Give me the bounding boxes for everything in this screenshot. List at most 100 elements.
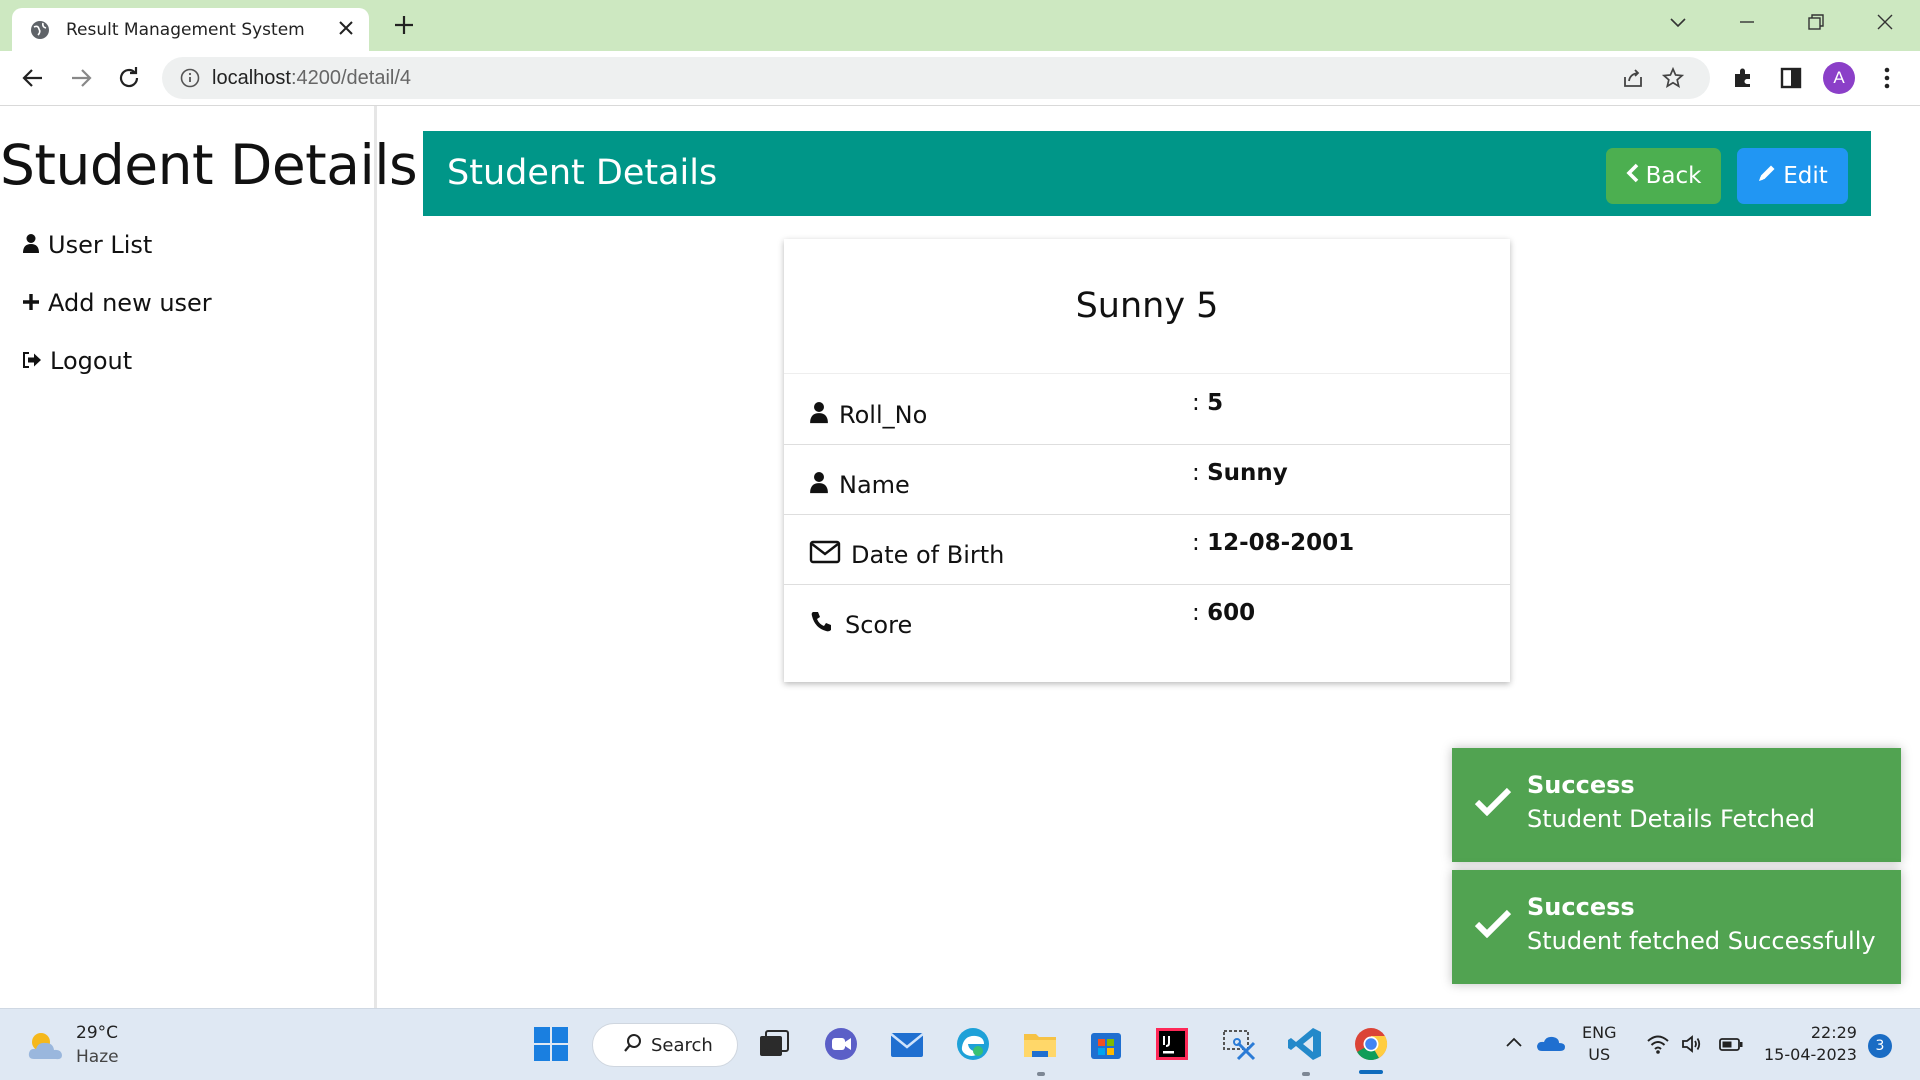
edit-button[interactable]: Edit <box>1737 148 1848 204</box>
back-arrow-icon[interactable] <box>20 65 46 95</box>
envelope-icon <box>809 540 841 570</box>
edge-browser-icon[interactable] <box>954 1025 992 1063</box>
teams-chat-icon[interactable] <box>822 1025 860 1063</box>
wifi-icon[interactable] <box>1646 1033 1684 1071</box>
weather-condition[interactable]: Haze <box>76 1047 119 1067</box>
page-header: Student Details Back Edit <box>423 131 1871 216</box>
battery-icon[interactable] <box>1718 1033 1756 1071</box>
globe-icon <box>30 20 50 44</box>
address-bar[interactable]: localhost:4200/detail/4 <box>162 57 1710 99</box>
windows-taskbar: 29°C Haze Search ENG US 22:29 15-04-2023… <box>0 1008 1920 1080</box>
side-panel-icon[interactable] <box>1778 65 1804 95</box>
clock-date: 15-04-2023 <box>1764 1045 1857 1064</box>
new-tab-icon[interactable] <box>392 13 416 41</box>
task-view-icon[interactable] <box>755 1025 793 1063</box>
snipping-tool-icon[interactable] <box>1220 1025 1258 1063</box>
search-icon <box>623 1033 643 1058</box>
weather-cloud-sun-icon[interactable] <box>26 1029 64 1067</box>
toast-title: Success <box>1527 771 1635 799</box>
toast-title: Success <box>1527 893 1635 921</box>
detail-row-roll-no: Roll_No : 5 <box>784 374 1510 445</box>
browser-tab[interactable]: Result Management System <box>12 8 369 51</box>
windows-start-icon[interactable] <box>532 1025 570 1063</box>
detail-value: 12-08-2001 <box>1207 530 1355 556</box>
minimize-icon[interactable] <box>1735 10 1759 38</box>
detail-label: Date of Birth <box>851 541 1005 569</box>
close-window-icon[interactable] <box>1873 10 1897 38</box>
running-indicator <box>1302 1072 1310 1076</box>
separator: : <box>1192 530 1208 556</box>
tab-title: Result Management System <box>66 20 305 40</box>
share-icon[interactable] <box>1622 67 1644 93</box>
chrome-icon[interactable] <box>1352 1025 1390 1063</box>
student-detail-card: Sunny 5 Roll_No : 5 Name : Sunny Date of… <box>784 239 1510 682</box>
sidebar: Student Details User List Add new user L… <box>0 106 418 1008</box>
back-button-label: Back <box>1645 163 1702 189</box>
chevron-left-icon <box>1626 163 1640 189</box>
user-icon <box>22 231 40 259</box>
file-explorer-icon[interactable] <box>1021 1025 1059 1063</box>
chevron-up-icon[interactable] <box>1502 1031 1540 1069</box>
active-app-indicator <box>1359 1070 1383 1074</box>
toast-message: Student Details Fetched <box>1527 805 1816 833</box>
chevron-down-icon[interactable] <box>1666 10 1690 38</box>
running-indicator <box>1037 1072 1045 1076</box>
toast-message: Student fetched Successfully <box>1527 927 1876 955</box>
intellij-idea-icon[interactable] <box>1153 1025 1191 1063</box>
language-code: ENG <box>1582 1023 1617 1042</box>
clock-time: 22:29 <box>1810 1023 1857 1042</box>
restore-icon[interactable] <box>1804 10 1828 38</box>
browser-toolbar: localhost:4200/detail/4 A <box>0 51 1920 106</box>
separator: : <box>1192 600 1208 626</box>
volume-icon[interactable] <box>1680 1033 1718 1071</box>
separator: : <box>1192 390 1208 416</box>
checkmark-icon <box>1474 908 1512 942</box>
sidebar-item-label: User List <box>48 231 153 259</box>
sidebar-item-add-new-user[interactable]: Add new user <box>22 289 212 317</box>
student-card-title: Sunny 5 <box>784 239 1510 374</box>
detail-row-name: Name : Sunny <box>784 444 1510 515</box>
detail-row-date-of-birth: Date of Birth : 12-08-2001 <box>784 514 1510 585</box>
site-info-icon[interactable] <box>180 68 200 92</box>
extensions-puzzle-icon[interactable] <box>1730 65 1756 95</box>
success-toast[interactable]: Success Student fetched Successfully <box>1452 870 1901 984</box>
mail-icon[interactable] <box>888 1025 926 1063</box>
detail-label: Roll_No <box>839 401 928 429</box>
close-tab-icon[interactable] <box>337 19 355 41</box>
bookmark-star-icon[interactable] <box>1661 66 1685 93</box>
sidebar-item-label: Add new user <box>48 289 212 317</box>
browser-titlebar: Result Management System <box>0 0 1920 51</box>
clock[interactable]: 22:29 15-04-2023 <box>1764 1023 1857 1064</box>
sign-out-icon <box>22 347 42 375</box>
plus-icon <box>22 289 40 317</box>
success-toast[interactable]: Success Student Details Fetched <box>1452 748 1901 862</box>
search-label: Search <box>651 1034 713 1056</box>
detail-label: Name <box>839 471 910 499</box>
language-indicator[interactable]: ENG US <box>1582 1023 1616 1064</box>
taskbar-search[interactable]: Search <box>592 1023 738 1067</box>
profile-avatar[interactable]: A <box>1823 62 1855 94</box>
forward-arrow-icon[interactable] <box>68 65 94 95</box>
weather-temperature[interactable]: 29°C <box>76 1023 118 1043</box>
edit-button-label: Edit <box>1783 163 1828 189</box>
vscode-icon[interactable] <box>1286 1025 1324 1063</box>
sidebar-item-logout[interactable]: Logout <box>22 347 132 375</box>
reload-icon[interactable] <box>116 65 142 95</box>
notification-badge[interactable]: 3 <box>1868 1034 1892 1058</box>
microsoft-store-icon[interactable] <box>1087 1025 1125 1063</box>
region-code: US <box>1588 1045 1611 1064</box>
detail-label: Score <box>845 611 913 639</box>
menu-dots-icon[interactable] <box>1877 65 1897 95</box>
back-button[interactable]: Back <box>1606 148 1721 204</box>
detail-value: Sunny <box>1207 460 1288 486</box>
onedrive-cloud-icon[interactable] <box>1536 1031 1574 1069</box>
url-text[interactable]: localhost:4200/detail/4 <box>212 67 411 90</box>
sidebar-item-user-list[interactable]: User List <box>22 231 152 259</box>
separator: : <box>1192 460 1208 486</box>
detail-value: 600 <box>1207 600 1256 626</box>
detail-value: 5 <box>1207 390 1224 416</box>
pencil-icon <box>1757 163 1777 189</box>
detail-row-score: Score : 600 <box>784 584 1510 654</box>
sidebar-item-label: Logout <box>50 347 133 375</box>
phone-icon <box>809 610 835 640</box>
